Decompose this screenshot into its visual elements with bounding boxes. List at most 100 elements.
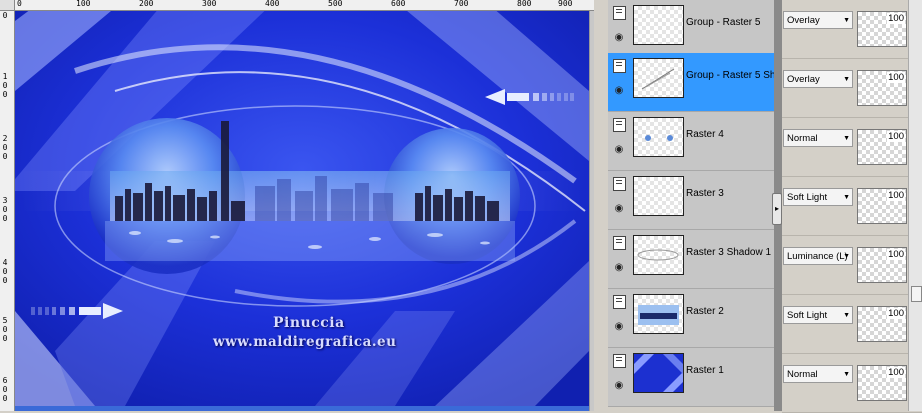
ruler-top-label: 300 [202, 0, 217, 8]
thumbnail-art [638, 305, 679, 325]
layer-name: Group - Raster 5 Shadow 1 [686, 70, 774, 81]
ruler-left-label: 3 [2, 196, 8, 205]
ruler-top-label: 700 [454, 0, 469, 8]
opacity-control[interactable]: 100 [857, 11, 907, 47]
layer-thumbnail [633, 176, 684, 216]
thumbnail-art [641, 68, 675, 90]
panel-separator [594, 0, 608, 411]
layer-row-raster-2[interactable]: ◉ Raster 2 [608, 289, 774, 348]
layer-row-raster-3-shadow-1[interactable]: ◉ Raster 3 Shadow 1 [608, 230, 774, 289]
layer-row-group-raster-5[interactable]: ◉ Group - Raster 5 [608, 0, 774, 59]
page-icon[interactable] [613, 354, 626, 368]
opacity-control[interactable]: 100 [857, 247, 907, 283]
chevron-right-icon[interactable]: ▸ [772, 193, 782, 225]
blend-row: Normal ▼ 100 [782, 118, 922, 177]
ruler-top-label: 200 [139, 0, 154, 8]
opacity-value[interactable]: 100 [887, 308, 905, 319]
ruler-top-label: 800 [517, 0, 532, 8]
layers-palette: ◉ Group - Raster 5 ◉ Group - Raster 5 Sh… [608, 0, 922, 413]
blend-mode-value: Normal [787, 369, 818, 380]
layer-thumbnail [633, 58, 684, 98]
blend-mode-select[interactable]: Luminance (L) ▼ [783, 247, 853, 265]
ruler-left: 0 1 0 0 2 0 0 3 0 0 4 0 0 5 0 0 6 0 0 [0, 10, 15, 411]
chevron-down-icon: ▼ [843, 253, 850, 260]
layer-thumbnail [633, 5, 684, 45]
blend-row: Luminance (L) ▼ 100 [782, 236, 922, 295]
eye-icon[interactable]: ◉ [612, 86, 626, 96]
thumbnail-art [645, 135, 673, 141]
blend-column: Overlay ▼ 100 Overlay ▼ 100 Normal ▼ 100 So… [782, 0, 922, 413]
blend-mode-select[interactable]: Normal ▼ [783, 129, 853, 147]
blend-mode-select[interactable]: Soft Light ▼ [783, 306, 853, 324]
eye-icon[interactable]: ◉ [612, 145, 626, 155]
page-icon[interactable] [613, 59, 626, 73]
blend-mode-select[interactable]: Overlay ▼ [783, 11, 853, 29]
ruler-left-label: 0 [2, 276, 8, 285]
ruler-top-label: 500 [328, 0, 343, 8]
ruler-left-label: 0 [2, 214, 8, 223]
layer-name: Raster 4 [686, 129, 724, 140]
layer-thumbnail [633, 353, 684, 393]
blend-mode-select[interactable]: Overlay ▼ [783, 70, 853, 88]
blend-row: Soft Light ▼ 100 [782, 177, 922, 236]
opacity-control[interactable]: 100 [857, 188, 907, 224]
page-icon[interactable] [613, 236, 626, 250]
layer-name: Raster 1 [686, 365, 724, 376]
opacity-value[interactable]: 100 [887, 72, 905, 83]
opacity-value[interactable]: 100 [887, 190, 905, 201]
opacity-value[interactable]: 100 [887, 131, 905, 142]
layer-row-raster-3[interactable]: ◉ Raster 3 [608, 171, 774, 230]
eye-icon[interactable]: ◉ [612, 381, 626, 391]
ruler-left-label: 1 [2, 72, 8, 81]
opacity-value[interactable]: 100 [887, 249, 905, 260]
palette-scrollbar[interactable] [908, 0, 922, 411]
horizontal-scrollbar[interactable] [15, 406, 589, 411]
ruler-left-label: 4 [2, 258, 8, 267]
eye-icon[interactable]: ◉ [612, 263, 626, 273]
canvas-area: 0 100 200 300 400 500 600 700 800 900 0 … [0, 0, 595, 411]
blend-mode-value: Soft Light [787, 310, 828, 321]
blend-mode-value: Normal [787, 133, 818, 144]
blend-mode-value: Soft Light [787, 192, 828, 203]
layer-row-raster-4[interactable]: ◉ Raster 4 [608, 112, 774, 171]
ruler-left-label: 0 [2, 152, 8, 161]
opacity-control[interactable]: 100 [857, 365, 907, 401]
ruler-left-label: 0 [2, 385, 8, 394]
ruler-left-label: 2 [2, 134, 8, 143]
page-icon[interactable] [613, 177, 626, 191]
layer-thumbnail [633, 235, 684, 275]
chevron-down-icon: ▼ [843, 76, 850, 83]
ruler-top-label: 900 [558, 0, 573, 8]
ruler-left-label: 0 [2, 334, 8, 343]
ruler-left-label: 0 [2, 325, 8, 334]
page-icon[interactable] [613, 6, 626, 20]
page-icon[interactable] [613, 295, 626, 309]
opacity-control[interactable]: 100 [857, 129, 907, 165]
layer-name: Raster 3 [686, 188, 724, 199]
ruler-left-label: 6 [2, 376, 8, 385]
layer-row-group-raster-5-shadow-1[interactable]: ◉ Group - Raster 5 Shadow 1 [608, 53, 774, 112]
page-icon[interactable] [613, 118, 626, 132]
ruler-corner [0, 0, 15, 11]
chevron-down-icon: ▼ [843, 17, 850, 24]
layer-thumbnail [633, 117, 684, 157]
eye-icon[interactable]: ◉ [612, 204, 626, 214]
opacity-value[interactable]: 100 [887, 13, 905, 24]
palette-scroll-thumb[interactable] [911, 286, 922, 302]
opacity-control[interactable]: 100 [857, 70, 907, 106]
watermark-name: Pinuccia [273, 315, 345, 331]
opacity-value[interactable]: 100 [887, 367, 905, 378]
ruler-top-label: 600 [391, 0, 406, 8]
blend-row: Normal ▼ 100 [782, 354, 922, 413]
ruler-top: 0 100 200 300 400 500 600 700 800 900 [0, 0, 594, 11]
eye-icon[interactable]: ◉ [612, 33, 626, 43]
blend-mode-select[interactable]: Normal ▼ [783, 365, 853, 383]
canvas-image[interactable]: Pinuccia www.maldiregrafica.eu [15, 11, 589, 406]
layer-row-raster-1[interactable]: ◉ Raster 1 [608, 348, 774, 407]
layer-thumbnail [633, 294, 684, 334]
blend-mode-select[interactable]: Soft Light ▼ [783, 188, 853, 206]
ruler-top-label: 0 [17, 0, 22, 8]
ruler-left-label: 0 [2, 90, 8, 99]
eye-icon[interactable]: ◉ [612, 322, 626, 332]
opacity-control[interactable]: 100 [857, 306, 907, 342]
